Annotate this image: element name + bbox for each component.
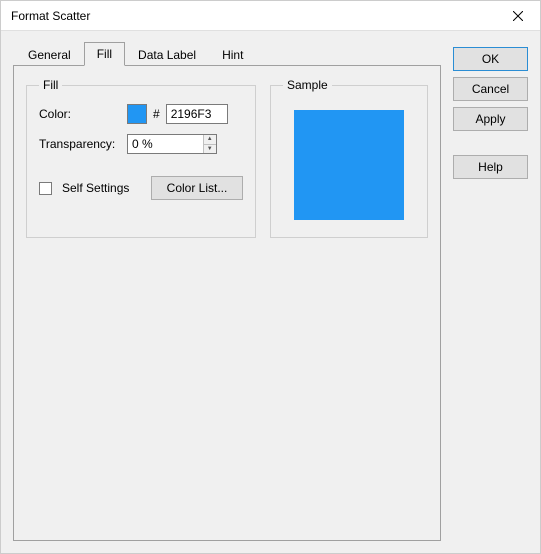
close-icon — [513, 11, 523, 21]
color-label: Color: — [39, 107, 121, 121]
transparency-label: Transparency: — [39, 137, 121, 151]
fill-legend: Fill — [39, 78, 62, 92]
sample-legend: Sample — [283, 78, 332, 92]
self-settings-checkbox[interactable] — [39, 182, 52, 195]
hash-symbol: # — [153, 107, 160, 121]
transparency-spinner[interactable]: ▲ ▼ — [127, 134, 217, 154]
transparency-input[interactable] — [128, 135, 203, 153]
self-settings-label[interactable]: Self Settings — [62, 181, 141, 195]
button-gap — [453, 137, 528, 149]
color-list-button[interactable]: Color List... — [151, 176, 243, 200]
transparency-row: Transparency: ▲ ▼ — [39, 134, 243, 154]
content-area: General Fill Data Label Hint Fill Color:… — [1, 31, 540, 553]
ok-button[interactable]: OK — [453, 47, 528, 71]
tab-data-label[interactable]: Data Label — [125, 43, 209, 66]
self-settings-row: Self Settings Color List... — [39, 176, 243, 200]
panel-row: Fill Color: # Transparency: — [26, 78, 428, 238]
main-column: General Fill Data Label Hint Fill Color:… — [13, 41, 441, 541]
spinner-down[interactable]: ▼ — [204, 145, 216, 154]
cancel-button[interactable]: Cancel — [453, 77, 528, 101]
apply-button[interactable]: Apply — [453, 107, 528, 131]
help-button[interactable]: Help — [453, 155, 528, 179]
button-column: OK Cancel Apply Help — [453, 41, 528, 541]
tab-fill[interactable]: Fill — [84, 42, 125, 66]
titlebar: Format Scatter — [1, 1, 540, 31]
color-swatch[interactable] — [127, 104, 147, 124]
tab-hint[interactable]: Hint — [209, 43, 256, 66]
sample-swatch — [294, 110, 404, 220]
tab-general[interactable]: General — [15, 43, 84, 66]
close-button[interactable] — [495, 1, 540, 31]
spinner-up[interactable]: ▲ — [204, 135, 216, 145]
spinner-buttons: ▲ ▼ — [203, 135, 216, 153]
color-row: Color: # — [39, 104, 243, 124]
window-title: Format Scatter — [11, 9, 495, 23]
sample-group: Sample — [270, 78, 428, 238]
color-hex-input[interactable] — [166, 104, 228, 124]
tab-strip: General Fill Data Label Hint — [15, 41, 441, 65]
tab-panel: Fill Color: # Transparency: — [13, 65, 441, 541]
dialog-window: Format Scatter General Fill Data Label H… — [0, 0, 541, 554]
fill-group: Fill Color: # Transparency: — [26, 78, 256, 238]
